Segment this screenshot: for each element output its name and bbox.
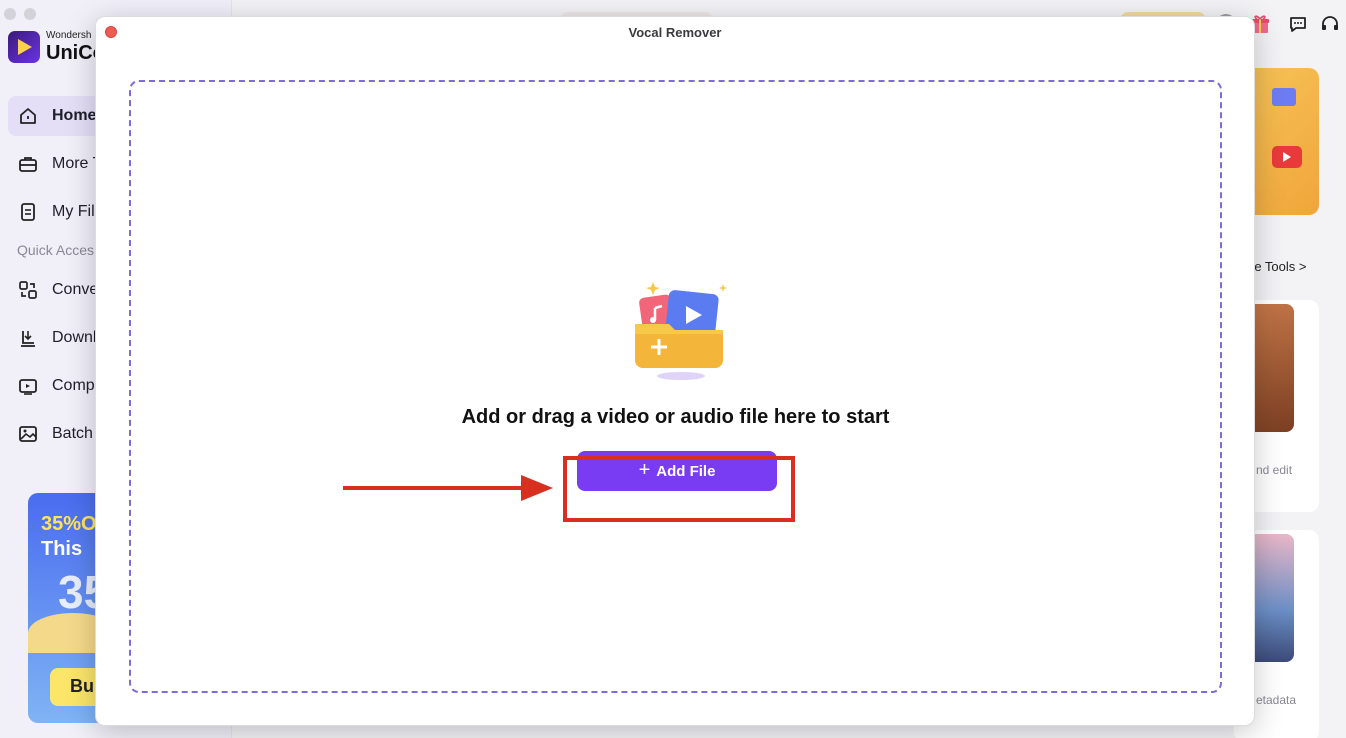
compress-icon (18, 376, 38, 396)
window-minimize-button[interactable] (24, 8, 36, 20)
window-controls (4, 8, 36, 20)
sidebar-item-label: Home (52, 107, 97, 124)
home-icon (18, 106, 38, 126)
arrow-annotation-icon (343, 475, 553, 501)
dialog-title: Vocal Remover (628, 25, 722, 40)
image-icon (18, 424, 38, 444)
folder-media-icon (631, 278, 731, 382)
promo-subtitle: This (41, 538, 83, 560)
feature-caption: etadata (1256, 693, 1297, 707)
window-close-button[interactable] (4, 8, 16, 20)
toolbox-icon (18, 154, 38, 174)
brand: Wondersh UniCo (8, 31, 105, 63)
sidebar-item-label: Conve (52, 281, 99, 298)
file-icon (18, 202, 38, 222)
more-tools-link[interactable]: re Tools > (1250, 259, 1307, 274)
vocal-remover-dialog: Vocal Remover Add or drag a video or aud… (95, 16, 1255, 726)
convert-icon (18, 280, 38, 300)
drop-instruction: Add or drag a video or audio file here t… (461, 406, 890, 428)
right-panel: re Tools > nd edit etadata (1224, 0, 1346, 738)
download-icon (18, 328, 38, 348)
sidebar-item-label: Comp (52, 377, 95, 394)
feature-caption: nd edit (1256, 463, 1293, 477)
promo-discount: 35%O (41, 513, 97, 535)
file-drop-zone[interactable]: Add or drag a video or audio file here t… (129, 80, 1222, 693)
sidebar-item-label: Downl (52, 329, 97, 346)
uniconverter-logo-icon (8, 31, 40, 63)
sidebar-item-label: Batch (52, 425, 93, 442)
highlight-annotation-box (563, 456, 795, 522)
sidebar-item-label: My Fil (52, 203, 95, 220)
